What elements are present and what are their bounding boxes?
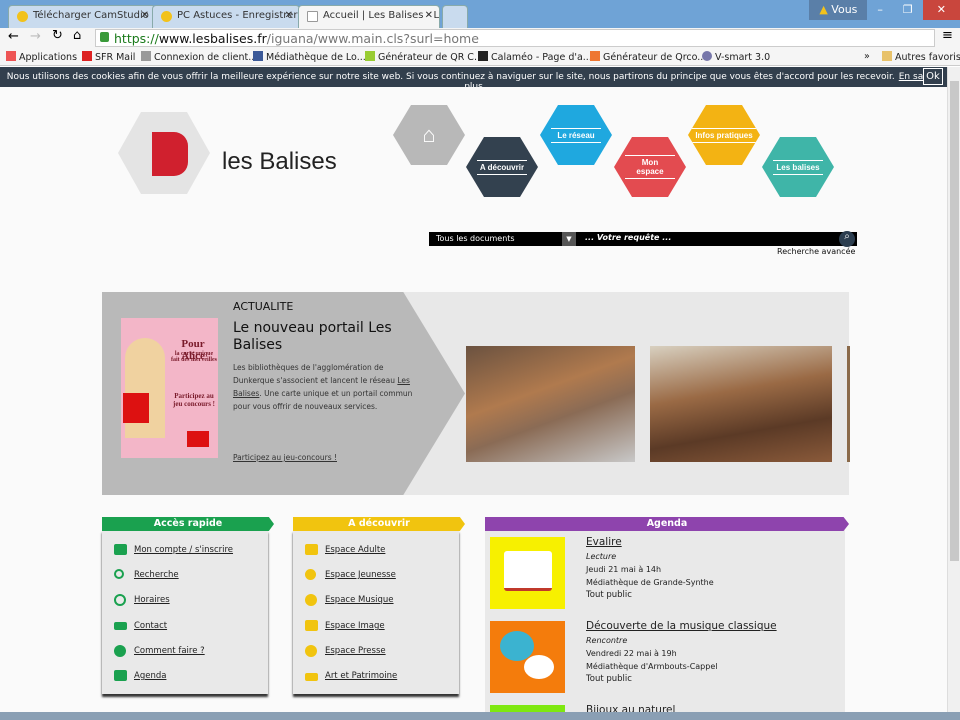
library-photo-3[interactable] [847, 346, 850, 462]
u-icon [365, 51, 375, 61]
camera-icon [305, 620, 318, 631]
cookie-ok-button[interactable]: Ok [923, 68, 943, 85]
library-photo-1[interactable] [466, 346, 635, 462]
search-input[interactable]: ... Votre requête ... [585, 233, 671, 242]
other-bookmarks[interactable]: Autres favoris [882, 51, 960, 63]
calendar-icon [114, 670, 127, 681]
monument-icon [305, 673, 318, 681]
vsmart-icon [702, 51, 712, 61]
link-espace-jeunesse[interactable]: Espace Jeunesse [305, 569, 396, 580]
info-icon [305, 645, 317, 657]
page-icon [307, 11, 318, 22]
search-bar: Tous les documents ▼ ... Votre requête .… [429, 231, 857, 247]
bookmark-vsmart[interactable]: V-smart 3.0 [702, 51, 770, 63]
pacman-icon [305, 569, 316, 580]
tab-pcastuces[interactable]: PC Astuces - Enregistrer ✕ [152, 5, 300, 28]
lifebuoy-icon [114, 645, 126, 657]
bookmark-mediatheque[interactable]: Médiathèque de Lo... [253, 51, 366, 63]
reload-icon[interactable]: ↻ [52, 28, 63, 43]
search-icon[interactable]: ⌕ [839, 231, 855, 247]
contest-link[interactable]: Participez au jeu-concours ! [233, 453, 337, 462]
link-horaires[interactable]: Horaires [114, 594, 170, 606]
close-window-button[interactable]: ✕ [922, 0, 960, 20]
warning-icon: ▲ [819, 3, 828, 16]
event-image[interactable] [490, 705, 565, 712]
search-icon [114, 569, 124, 579]
favicon-icon [17, 11, 28, 22]
advanced-search-link[interactable]: Recherche avancée [777, 247, 855, 256]
bookmark-qr[interactable]: Générateur de QR C... [365, 51, 483, 63]
user-button[interactable]: ▲ Vous [809, 0, 868, 20]
a-decouvrir-header: A découvrir [293, 517, 465, 531]
bookmark-qrco[interactable]: Générateur de Qrco... [590, 51, 706, 63]
book-icon[interactable] [490, 537, 565, 609]
more-bookmarks[interactable]: » [864, 51, 870, 62]
link-agenda[interactable]: Agenda [114, 670, 166, 681]
link-espace-image[interactable]: Espace Image [305, 620, 385, 631]
bookmark-connexion[interactable]: Connexion de client... [141, 51, 257, 63]
apps-icon [6, 51, 16, 61]
agenda-header: Agenda [485, 517, 849, 531]
sfr-icon [82, 51, 92, 61]
news-body: Les bibliothèques de l'agglomération de … [233, 363, 413, 411]
news-kicker: ACTUALITE [233, 300, 294, 313]
address-bar[interactable]: https://www.lesbalises.fr/iguana/www.mai… [95, 29, 935, 47]
bookmark-calameo[interactable]: Calaméo - Page d'a... [478, 51, 592, 63]
poster-image[interactable]: Pour Alice la carte unique fait des merv… [121, 318, 218, 458]
event-title-link[interactable]: Découverte de la musique classique [586, 619, 777, 634]
link-comment-faire[interactable]: Comment faire ? [114, 645, 205, 657]
cookie-banner: Nous utilisons des cookies afin de vous … [0, 67, 947, 92]
chevron-down-icon[interactable]: ▼ [562, 232, 576, 246]
event-title-link[interactable]: Evalire [586, 535, 714, 550]
bookmark-sfr[interactable]: SFR Mail [82, 51, 135, 63]
scrollbar-thumb[interactable] [950, 81, 959, 561]
favicon-icon [161, 11, 172, 22]
clock-icon [114, 594, 126, 606]
link-contact[interactable]: Contact [114, 621, 167, 631]
news-title[interactable]: Le nouveau portail Les Balises [233, 320, 408, 354]
acces-rapide-header: Accès rapide [102, 517, 274, 531]
bookmarks-bar: Applications SFR Mail Connexion de clien… [0, 48, 960, 66]
new-tab-button[interactable] [442, 5, 468, 28]
disc-icon [305, 594, 317, 606]
menu-icon[interactable]: ≡ [942, 28, 953, 43]
books-icon [305, 544, 318, 555]
close-tab-icon[interactable]: ✕ [425, 10, 433, 21]
site-logo-text[interactable]: les Balises [222, 148, 337, 176]
link-art-patrimoine[interactable]: Art et Patrimoine [305, 671, 397, 681]
envelope-icon [114, 622, 127, 630]
event-evalire: Evalire Lecture Jeudi 21 mai à 14h Média… [586, 535, 714, 600]
back-icon[interactable]: ← [8, 29, 19, 44]
event-musique: Découverte de la musique classique Renco… [586, 619, 777, 684]
search-scope-select[interactable]: Tous les documents [436, 234, 515, 243]
restore-button[interactable]: ❐ [893, 0, 923, 20]
browser-titlebar: Télécharger CamStudio - ✕ PC Astuces - En… [0, 0, 960, 28]
minimize-button[interactable]: – [867, 0, 893, 20]
windows-taskbar[interactable] [0, 712, 960, 720]
users-icon [114, 544, 127, 555]
link-espace-adulte[interactable]: Espace Adulte [305, 544, 385, 555]
link-recherche[interactable]: Recherche [114, 569, 179, 580]
facebook-icon [253, 51, 263, 61]
forward-icon[interactable]: → [30, 29, 41, 44]
z-icon [141, 51, 151, 61]
link-mon-compte[interactable]: Mon compte / s'inscrire [114, 544, 233, 555]
folder-icon [882, 51, 892, 61]
home-icon: ⌂ [422, 122, 436, 147]
calameo-icon [478, 51, 488, 61]
lock-icon [100, 32, 109, 42]
link-espace-presse[interactable]: Espace Presse [305, 645, 386, 657]
scrollbar[interactable] [947, 67, 960, 712]
close-tab-icon[interactable]: ✕ [285, 10, 293, 21]
tab-camstudio[interactable]: Télécharger CamStudio - ✕ [8, 5, 156, 28]
bookmark-applications[interactable]: Applications [6, 51, 77, 63]
tab-accueil[interactable]: Accueil | Les Balises - Le r ✕ [298, 5, 440, 28]
link-espace-musique[interactable]: Espace Musique [305, 594, 394, 606]
home-icon[interactable]: ⌂ [73, 28, 81, 43]
library-photo-2[interactable] [650, 346, 832, 462]
close-tab-icon[interactable]: ✕ [141, 10, 149, 21]
qrco-icon [590, 51, 600, 61]
chat-bubbles-icon[interactable] [490, 621, 565, 693]
